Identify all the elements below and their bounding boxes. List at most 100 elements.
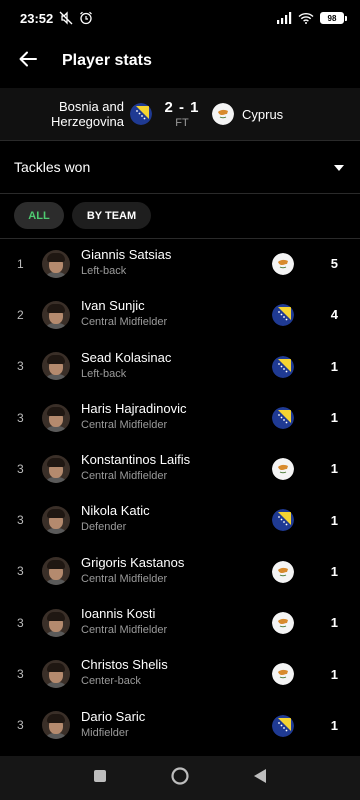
player-stat-value: 1 (330, 512, 338, 528)
player-rank: 3 (17, 667, 24, 682)
player-name: Ivan Sunjic (81, 298, 145, 314)
player-list: 1 Giannis Satsias Left-back 5 2 Ivan Sunjic Ce… (0, 238, 360, 751)
player-name: Ioannis Kosti (81, 606, 156, 622)
stat-type-dropdown[interactable]: Tackles won (0, 141, 360, 193)
page-title: Player stats (62, 52, 152, 69)
match-header[interactable]: Bosnia and Herzegovina 2 - 1 FT Cyprus (0, 88, 360, 140)
score-block: 2 - 1 FT (152, 99, 212, 129)
bosnia-flag-icon (272, 355, 294, 378)
player-avatar (42, 300, 70, 329)
player-rank: 3 (17, 718, 24, 733)
bosnia-flag-icon (130, 103, 152, 125)
player-position: Central Midfielder (81, 418, 168, 431)
player-row[interactable]: 3 Haris Hajradinovic Central Midfielder 1 (0, 392, 360, 443)
recents-button[interactable] (86, 764, 114, 792)
player-stat-value: 1 (330, 717, 338, 733)
bosnia-flag-icon (272, 509, 294, 532)
bosnia-flag-icon (272, 714, 294, 737)
system-back-button[interactable] (246, 764, 274, 792)
away-team-name: Cyprus (242, 106, 284, 122)
player-stat-value: 4 (330, 307, 338, 323)
player-row[interactable]: 3 Nikola Katic Defender 1 (0, 494, 360, 545)
home-circle-icon (170, 766, 190, 791)
player-info: Grigoris Kastanos Central Midfielder (81, 555, 184, 586)
player-position: Central Midfielder (81, 470, 168, 483)
home-team-name-line1: Bosnia and (58, 99, 124, 114)
player-row[interactable]: 3 Sead Kolasinac Left-back 1 (0, 341, 360, 392)
player-avatar (42, 506, 70, 535)
player-position: Left-back (81, 265, 127, 277)
player-info: Giannis Satsias Left-back (81, 247, 171, 278)
player-row[interactable]: 2 Ivan Sunjic Central Midfielder 4 (0, 289, 360, 340)
player-info: Christos Shelis Center-back (81, 657, 168, 688)
player-row[interactable]: 3 Konstantinos Laifis Central Midfielder 1 (0, 443, 360, 494)
app-bar: Player stats (0, 36, 360, 86)
player-stat-value: 1 (330, 666, 338, 682)
player-rank: 3 (17, 564, 24, 579)
player-position: Defender (81, 521, 127, 534)
filter-all-chip[interactable]: ALL (14, 202, 64, 229)
back-button[interactable] (16, 49, 40, 73)
home-team-name-line2: Herzegovina (51, 114, 124, 129)
player-name: Nikola Katic (81, 503, 150, 519)
player-name: Grigoris Kastanos (81, 554, 185, 570)
player-info: Sead Kolasinac Left-back (81, 350, 171, 381)
player-info: Dario Saric Midfielder (81, 709, 145, 740)
cyprus-flag-icon (272, 253, 294, 275)
cyprus-flag-icon (212, 103, 234, 125)
player-info: Ioannis Kosti Central Midfielder (81, 606, 167, 637)
caret-down-icon (334, 158, 344, 176)
player-rank: 3 (17, 513, 24, 528)
status-time: 23:52 (20, 10, 54, 26)
alarm-icon (79, 11, 93, 25)
stat-type-label: Tackles won (14, 159, 91, 175)
player-info: Haris Hajradinovic Central Midfielder (81, 401, 186, 432)
player-row[interactable]: 3 Dario Saric Midfielder 1 (0, 700, 360, 751)
player-avatar (42, 249, 70, 278)
system-nav-bar (0, 756, 360, 800)
player-rank: 2 (17, 307, 24, 322)
back-triangle-icon (253, 768, 267, 789)
player-position: Central Midfielder (81, 624, 168, 637)
player-rank: 1 (17, 256, 24, 271)
player-stat-value: 5 (330, 256, 338, 272)
recents-square-icon (93, 769, 107, 788)
player-info: Ivan Sunjic Central Midfielder (81, 298, 167, 329)
player-row[interactable]: 3 Grigoris Kastanos Central Midfielder 1 (0, 546, 360, 597)
player-position: Central Midfielder (81, 316, 168, 329)
signal-icon (276, 12, 292, 24)
cyprus-flag-icon (272, 458, 294, 481)
player-avatar (42, 711, 70, 740)
player-avatar (42, 660, 70, 689)
player-name: Haris Hajradinovic (81, 400, 187, 416)
status-bar: 23:52 98 (0, 0, 360, 36)
player-avatar (42, 454, 70, 483)
cyprus-flag-icon (272, 560, 294, 583)
player-name: Konstantinos Laifis (81, 452, 191, 468)
player-row[interactable]: 1 Giannis Satsias Left-back 5 (0, 238, 360, 289)
mute-icon (59, 11, 73, 25)
filter-by-team-chip[interactable]: BY TEAM (72, 202, 151, 229)
player-name: Dario Saric (81, 708, 146, 724)
player-stat-value: 1 (330, 410, 338, 426)
divider (0, 193, 360, 194)
player-avatar (42, 557, 70, 586)
player-rank: 3 (17, 461, 24, 476)
battery-icon: 98 (320, 12, 347, 24)
player-position: Central Midfielder (81, 572, 168, 585)
player-name: Sead Kolasinac (81, 349, 172, 365)
player-rank: 3 (17, 359, 24, 374)
home-team-name: Bosnia and Herzegovina (0, 99, 124, 129)
player-stat-value: 1 (330, 615, 338, 631)
player-name: Christos Shelis (81, 657, 168, 673)
bosnia-flag-icon (272, 304, 294, 327)
player-position: Center-back (81, 675, 141, 688)
home-button[interactable] (166, 764, 194, 792)
player-info: Konstantinos Laifis Central Midfielder (81, 452, 190, 483)
player-rank: 3 (17, 615, 24, 630)
player-row[interactable]: 3 Ioannis Kosti Central Midfielder 1 (0, 597, 360, 648)
player-row[interactable]: 3 Christos Shelis Center-back 1 (0, 648, 360, 699)
player-position: Midfielder (81, 726, 129, 739)
player-avatar (42, 608, 70, 637)
arrow-left-icon (19, 51, 37, 72)
